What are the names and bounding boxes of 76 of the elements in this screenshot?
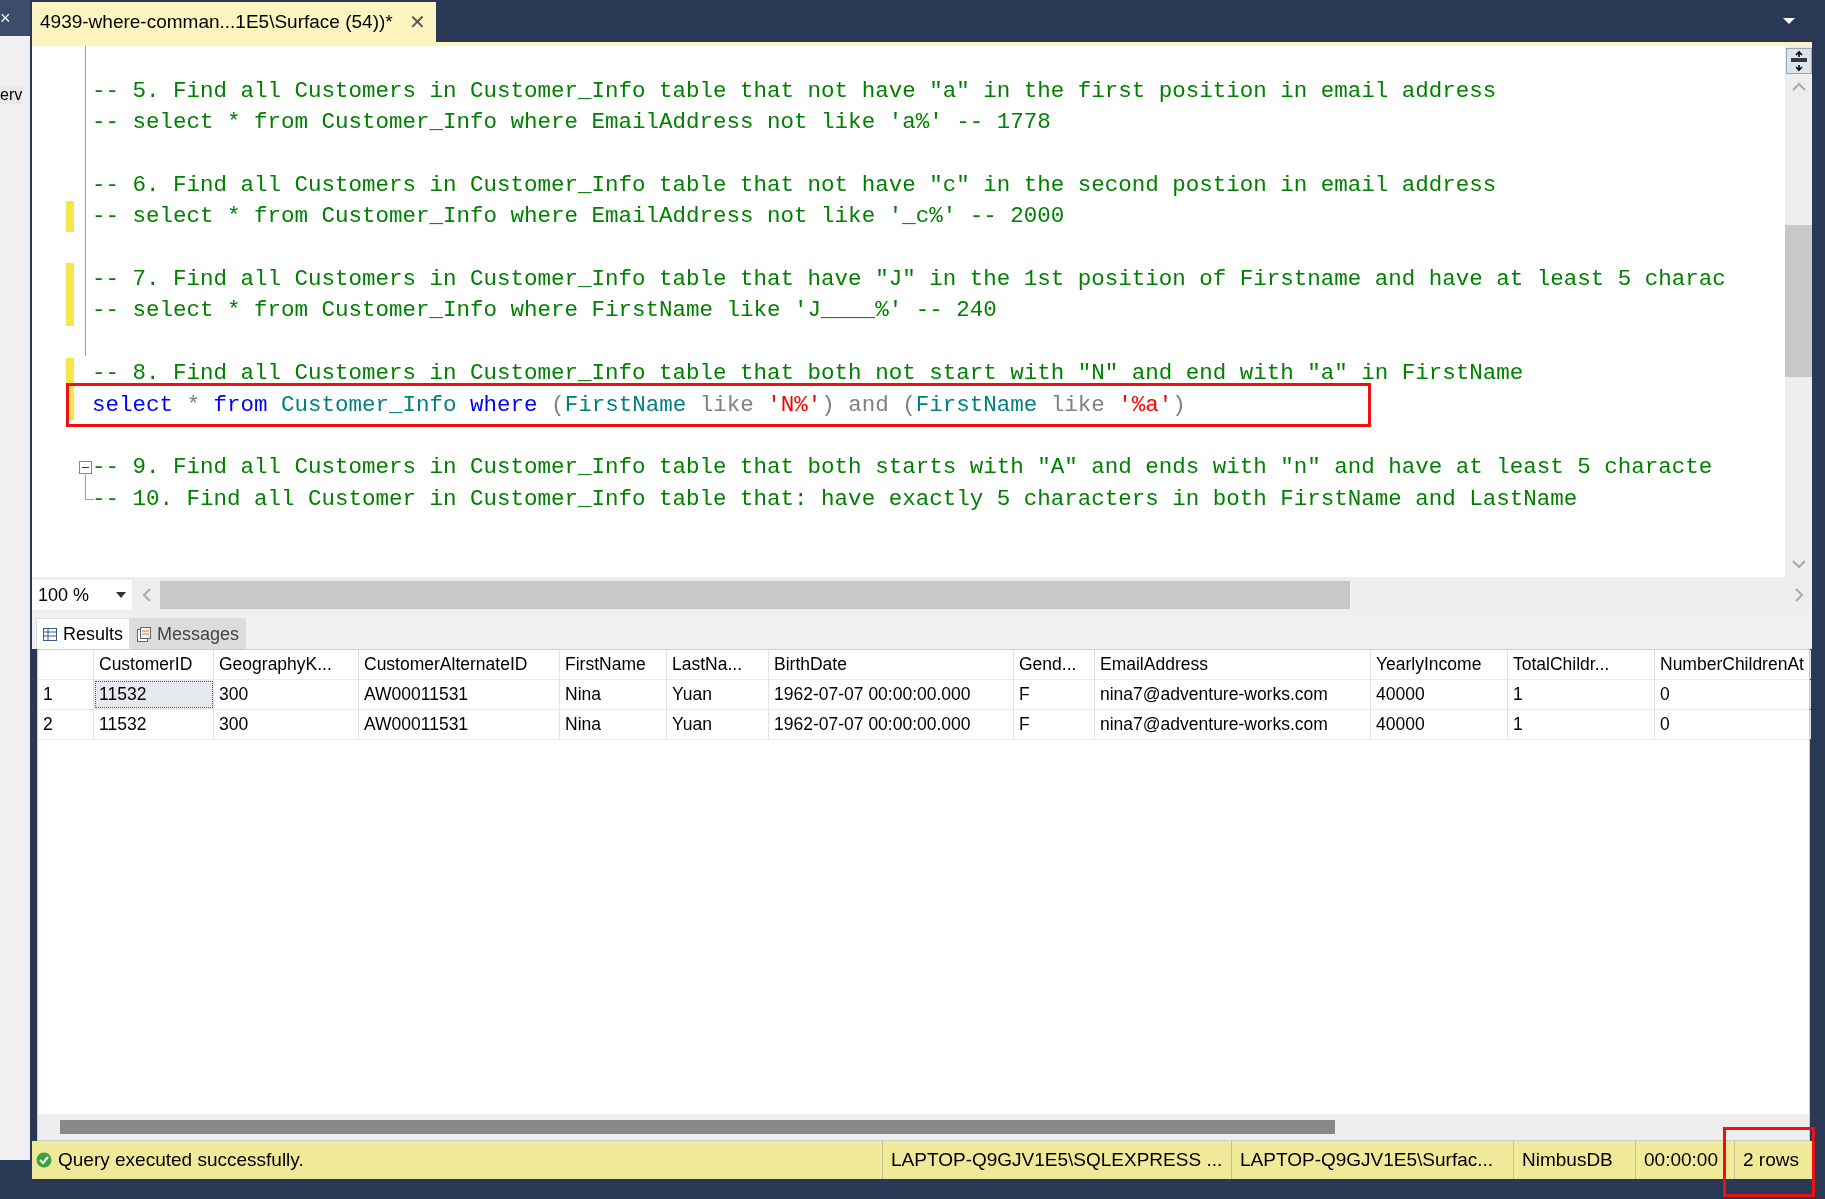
code-line: -- select * from Customer_Info where FirstName like 'J____%' -- 240: [92, 297, 997, 324]
table-cell[interactable]: F: [1014, 710, 1095, 739]
table-cell[interactable]: F: [1014, 680, 1095, 709]
column-header[interactable]: LastNa...: [667, 650, 769, 679]
column-header[interactable]: CustomerID: [94, 650, 214, 679]
status-text: NimbusDB: [1522, 1149, 1613, 1171]
collapse-icon[interactable]: [79, 460, 92, 474]
success-icon: [36, 1152, 52, 1168]
column-header[interactable]: TotalChildr...: [1508, 650, 1655, 679]
code-line: -- 5. Find all Customers in Customer_Info table that not have "a" in the first position in email address: [92, 77, 1497, 104]
document-tab[interactable]: 4939-where-comman...1E5\Surface (54))* ✕: [32, 2, 436, 42]
status-message: Query executed successfully.: [58, 1149, 304, 1171]
table-cell[interactable]: 300: [214, 680, 359, 709]
column-header[interactable]: EmailAddress: [1095, 650, 1371, 679]
table-cell[interactable]: 40000: [1371, 680, 1508, 709]
results-tab[interactable]: Results: [36, 618, 131, 649]
row-number[interactable]: 2: [38, 710, 94, 739]
split-icon[interactable]: [1785, 48, 1812, 74]
scroll-left-icon[interactable]: [142, 587, 152, 603]
status-text: LAPTOP-Q9GJV1E5\SQLEXPRESS ...: [891, 1149, 1223, 1171]
table-cell[interactable]: nina7@adventure-works.com: [1095, 710, 1371, 739]
grid-icon: [43, 627, 57, 641]
table-cell[interactable]: Nina: [560, 710, 667, 739]
table-cell[interactable]: 1: [1508, 710, 1655, 739]
close-icon[interactable]: ✕: [408, 10, 426, 34]
column-header[interactable]: FirstName: [560, 650, 667, 679]
table-cell[interactable]: 40000: [1371, 710, 1508, 739]
table-cell[interactable]: 300: [214, 710, 359, 739]
table-cell[interactable]: 1962-07-07 00:00:00.000: [769, 710, 1014, 739]
outline-bracket: [85, 473, 94, 501]
code-line: -- select * from Customer_Info where EmailAddress not like '_c%' -- 2000: [92, 203, 1065, 230]
table-cell[interactable]: Nina: [560, 680, 667, 709]
table-cell[interactable]: 0: [1655, 680, 1811, 709]
horizontal-scrollbar[interactable]: [38, 1114, 1809, 1140]
document-icon: [137, 626, 152, 642]
table-cell[interactable]: 11532: [94, 710, 214, 739]
scrollbar-thumb[interactable]: [160, 581, 1350, 609]
tab-title: 4939-where-comman...1E5\Surface (54))*: [40, 11, 393, 33]
table-cell[interactable]: 11532: [94, 680, 214, 709]
status-text: 00:00:00: [1644, 1149, 1718, 1171]
code-line: -- 10. Find all Customer in Customer_Info table that: have exactly 5 characters in both FirstName and LastName: [92, 485, 1578, 512]
table-cell[interactable]: 0: [1655, 710, 1811, 739]
scroll-right-icon[interactable]: [1794, 587, 1804, 603]
caret-icon[interactable]: [116, 592, 126, 598]
status-text: LAPTOP-Q9GJV1E5\Surfac...: [1240, 1149, 1494, 1171]
vertical-scrollbar[interactable]: [1785, 46, 1812, 577]
table-cell[interactable]: AW00011531: [359, 680, 560, 709]
status-text: 2 rows: [1743, 1149, 1799, 1171]
results-tab[interactable]: Messages: [130, 618, 247, 649]
scrollbar-thumb[interactable]: [60, 1120, 1335, 1134]
table-cell[interactable]: AW00011531: [359, 710, 560, 739]
scroll-down-icon[interactable]: [1790, 559, 1807, 569]
code-line: -- 6. Find all Customers in Customer_Info table that not have "c" in the second postion in email address: [92, 171, 1497, 198]
table-cell[interactable]: nina7@adventure-works.com: [1095, 680, 1371, 709]
table-cell[interactable]: 1962-07-07 00:00:00.000: [769, 680, 1014, 709]
dropdown-icon[interactable]: [1782, 17, 1796, 25]
scrollbar-thumb[interactable]: [1785, 225, 1812, 377]
scroll-up-icon[interactable]: [1790, 82, 1807, 92]
column-header[interactable]: GeographyK...: [214, 650, 359, 679]
code-editor[interactable]: [32, 42, 1812, 577]
panel-text: erv: [0, 86, 23, 104]
code-line: -- 7. Find all Customers in Customer_Info table that have "J" in the 1st position of Firstname and have at least 5 charac: [92, 266, 1726, 293]
table-cell[interactable]: 1: [1508, 680, 1655, 709]
zoom-dropdown[interactable]: 100 %: [32, 580, 132, 610]
column-header[interactable]: YearlyIncome: [1371, 650, 1508, 679]
column-header[interactable]: Gend...: [1014, 650, 1095, 679]
code-line: -- 9. Find all Customers in Customer_Info table that both starts with "A" and ends with "n" and have at least 5 characte: [92, 454, 1713, 481]
close-icon[interactable]: ×: [0, 0, 30, 36]
column-header[interactable]: CustomerAlternateID: [359, 650, 560, 679]
column-header[interactable]: NumberChildrenAt: [1655, 650, 1811, 679]
column-header[interactable]: BirthDate: [769, 650, 1014, 679]
table-cell[interactable]: Yuan: [667, 710, 769, 739]
code-line: -- 8. Find all Customers in Customer_Info table that both not start with "N" and end with "a" in FirstName: [92, 360, 1524, 387]
code-line: select * from Customer_Info where (FirstName like 'N%') and (FirstName like '%a'): [92, 391, 1186, 418]
table-cell[interactable]: Yuan: [667, 680, 769, 709]
code-line: -- select * from Customer_Info where EmailAddress not like 'a%' -- 1778: [92, 109, 1051, 136]
